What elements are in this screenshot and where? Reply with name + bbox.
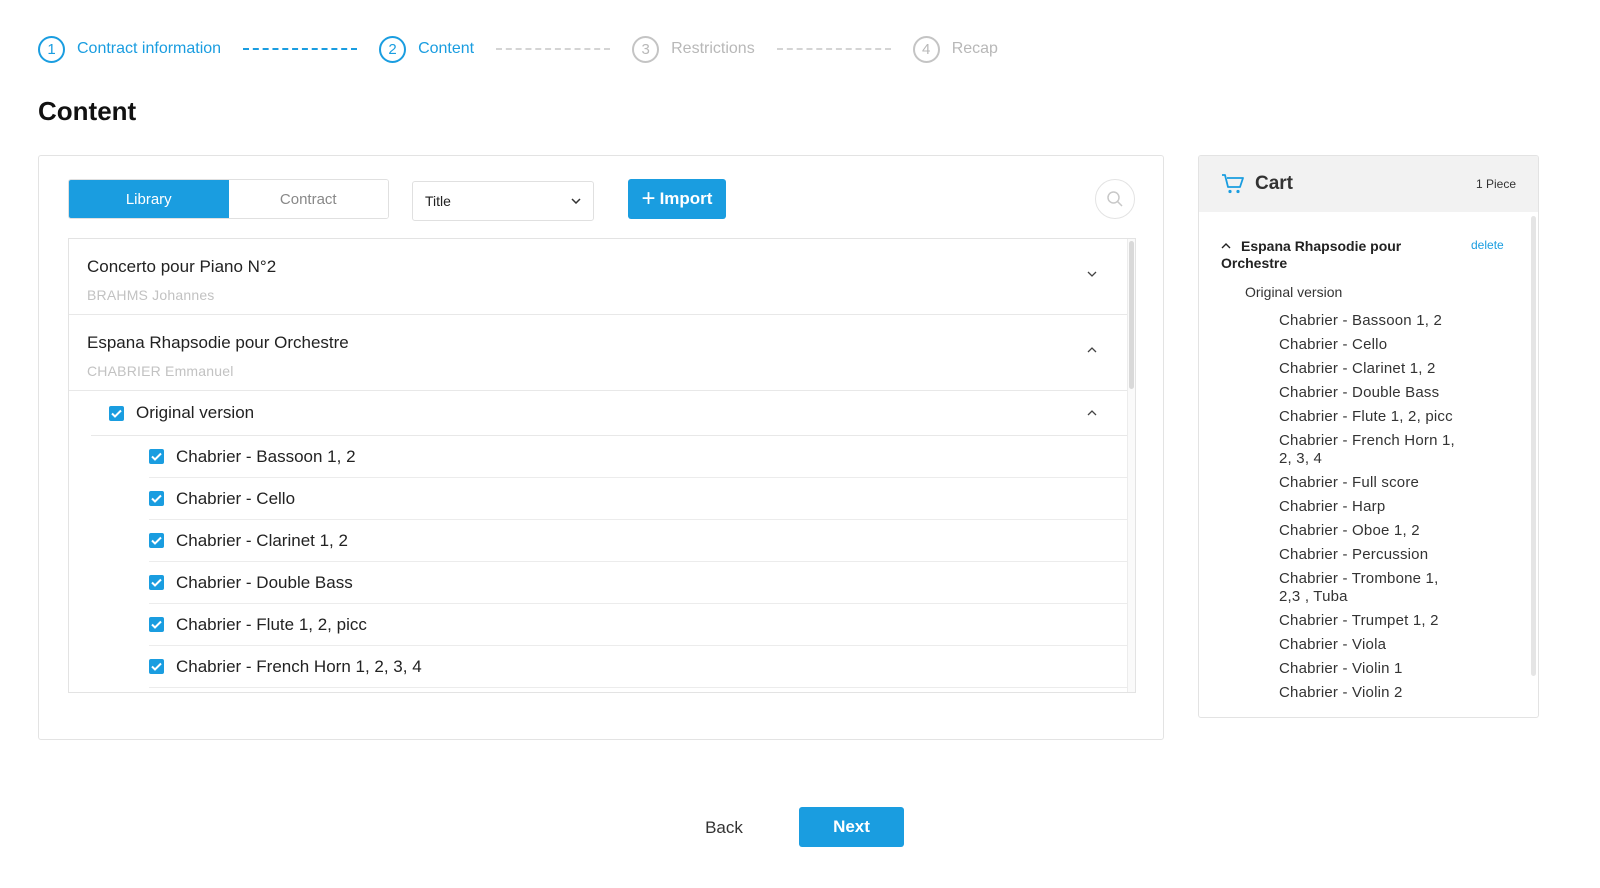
part-label: Chabrier - Flute 1, 2, picc	[176, 614, 367, 634]
part-checkbox[interactable]	[149, 575, 164, 590]
step-number: 3	[632, 35, 660, 63]
work-composer: BRAHMS Johannes	[87, 287, 215, 303]
cart-part-item: Chabrier - French Horn 1, 2, 3, 4	[1279, 432, 1455, 467]
step-label: Contract information	[77, 40, 222, 57]
step-connector	[243, 48, 358, 50]
check-icon	[151, 452, 162, 461]
cart-part-item: Chabrier - Oboe 1, 2	[1279, 522, 1420, 539]
chevron-down-icon	[571, 198, 581, 204]
step-connector	[496, 48, 611, 50]
search-button[interactable]	[1095, 179, 1135, 219]
step-restrictions[interactable]: 3 Restrictions	[632, 35, 755, 63]
chevron-down-icon[interactable]	[1087, 269, 1097, 279]
chevron-up-icon[interactable]	[1087, 345, 1097, 355]
back-button[interactable]: Back	[684, 808, 764, 848]
part-row[interactable]: Chabrier - Flute 1, 2, picc	[149, 604, 1135, 646]
part-checkbox[interactable]	[149, 449, 164, 464]
tab-contract[interactable]: Contract	[228, 180, 388, 218]
cart-part-item: Chabrier - Percussion	[1279, 546, 1429, 563]
page-title: Content	[38, 96, 137, 126]
cart-part-item: Chabrier - Cello	[1279, 336, 1388, 353]
part-label: Chabrier - French Horn 1, 2, 3, 4	[176, 656, 422, 676]
list-scrollbar[interactable]	[1127, 239, 1135, 692]
part-label: Chabrier - Double Bass	[176, 572, 353, 592]
part-label: Chabrier - Cello	[176, 488, 296, 508]
step-label: Restrictions	[671, 40, 755, 57]
next-button[interactable]: Next	[799, 807, 904, 847]
work-row[interactable]: Espana Rhapsodie pour Orchestre CHABRIER…	[69, 315, 1135, 391]
cart-parts-list: Chabrier - Bassoon 1, 2 Chabrier - Cello…	[1279, 312, 1461, 702]
part-checkbox[interactable]	[149, 617, 164, 632]
part-row[interactable]: Chabrier - Clarinet 1, 2	[149, 520, 1135, 562]
check-icon	[151, 578, 162, 587]
import-button[interactable]: + Import	[628, 179, 726, 219]
version-checkbox[interactable]	[109, 405, 124, 421]
source-toggle: Library Contract	[68, 179, 389, 219]
cart-part-item: Chabrier - Double Bass	[1279, 384, 1440, 401]
step-number: 4	[912, 35, 940, 63]
chevron-up-icon[interactable]	[1087, 408, 1097, 418]
content-panel: Library Contract Title + Import Concerto…	[38, 155, 1164, 740]
part-row[interactable]: Chabrier - French Horn 1, 2, 3, 4	[149, 646, 1135, 688]
cart-part-item: Chabrier - Bassoon 1, 2	[1279, 312, 1443, 329]
cart-work[interactable]: Espana Rhapsodie pour Orchestre	[1221, 238, 1451, 272]
cart-panel: Cart 1 Piece Espana Rhapsodie pour Orche…	[1198, 155, 1539, 718]
cart-delete-link[interactable]: delete	[1471, 238, 1504, 252]
cart-part-item: Chabrier - Clarinet 1, 2	[1279, 360, 1436, 377]
cart-part-item: Chabrier - Violin 1	[1279, 660, 1403, 677]
part-checkbox[interactable]	[149, 659, 164, 674]
part-label: Chabrier - Bassoon 1, 2	[176, 446, 356, 466]
import-label: Import	[659, 189, 713, 208]
work-composer: CHABRIER Emmanuel	[87, 363, 234, 379]
part-checkbox[interactable]	[149, 533, 164, 548]
cart-count: 1 Piece	[1475, 177, 1516, 191]
check-icon	[111, 409, 122, 418]
step-label: Content	[418, 40, 475, 57]
cart-icon	[1222, 174, 1244, 194]
part-label: Chabrier - Clarinet 1, 2	[176, 530, 348, 550]
cart-body: Espana Rhapsodie pour Orchestre Original…	[1199, 212, 1538, 717]
stepper: 1 Contract information 2 Content 3 Restr…	[38, 35, 998, 63]
step-label: Recap	[951, 40, 998, 57]
part-row[interactable]: Chabrier - Double Bass	[149, 562, 1135, 604]
step-content[interactable]: 2 Content	[379, 35, 475, 63]
version-label: Original version	[136, 403, 255, 422]
step-number: 1	[38, 35, 65, 63]
cart-part-item: Chabrier - Harp	[1279, 498, 1386, 515]
cart-part-item: Chabrier - Flute 1, 2, picc	[1279, 408, 1453, 425]
part-row[interactable]: Chabrier - Bassoon 1, 2	[149, 436, 1135, 478]
cart-header: Cart 1 Piece	[1199, 156, 1538, 212]
works-list: Concerto pour Piano N°2 BRAHMS Johannes …	[68, 238, 1136, 693]
search-icon	[1107, 191, 1123, 207]
check-icon	[151, 620, 162, 629]
sort-select[interactable]: Title	[412, 181, 594, 221]
step-contract-information[interactable]: 1 Contract information	[38, 35, 222, 63]
cart-part-item: Chabrier - Viola	[1279, 636, 1387, 653]
check-icon	[151, 494, 162, 503]
work-title: Concerto pour Piano N°2	[87, 257, 277, 276]
part-checkbox[interactable]	[149, 491, 164, 506]
step-connector	[776, 48, 891, 50]
plus-icon: +	[641, 185, 656, 212]
cart-scrollbar[interactable]	[1531, 216, 1536, 676]
work-row[interactable]: Concerto pour Piano N°2 BRAHMS Johannes	[69, 239, 1135, 315]
cart-part-item: Chabrier - Violin 2	[1279, 684, 1403, 701]
cart-part-item: Chabrier - Full score	[1279, 474, 1420, 491]
sort-select-value: Title	[425, 193, 451, 209]
step-number: 2	[379, 35, 407, 63]
version-row[interactable]: Original version	[91, 391, 1135, 436]
cart-title: Cart	[1255, 173, 1294, 194]
tab-library[interactable]: Library	[69, 180, 229, 218]
check-icon	[151, 536, 162, 545]
cart-part-item: Chabrier - Trumpet 1, 2	[1279, 612, 1439, 629]
work-title: Espana Rhapsodie pour Orchestre	[87, 333, 349, 352]
cart-work-title: Espana Rhapsodie pour Orchestre	[1221, 238, 1402, 271]
cart-part-item: Chabrier - Trombone 1, 2,3 , Tuba	[1279, 570, 1439, 605]
step-recap[interactable]: 4 Recap	[912, 35, 998, 63]
toolbar: Library Contract Title + Import	[68, 179, 1136, 221]
list-scrollbar-thumb[interactable]	[1129, 241, 1134, 389]
check-icon	[151, 662, 162, 671]
cart-version-label: Original version	[1245, 284, 1343, 300]
part-row[interactable]: Chabrier - Cello	[149, 478, 1135, 520]
